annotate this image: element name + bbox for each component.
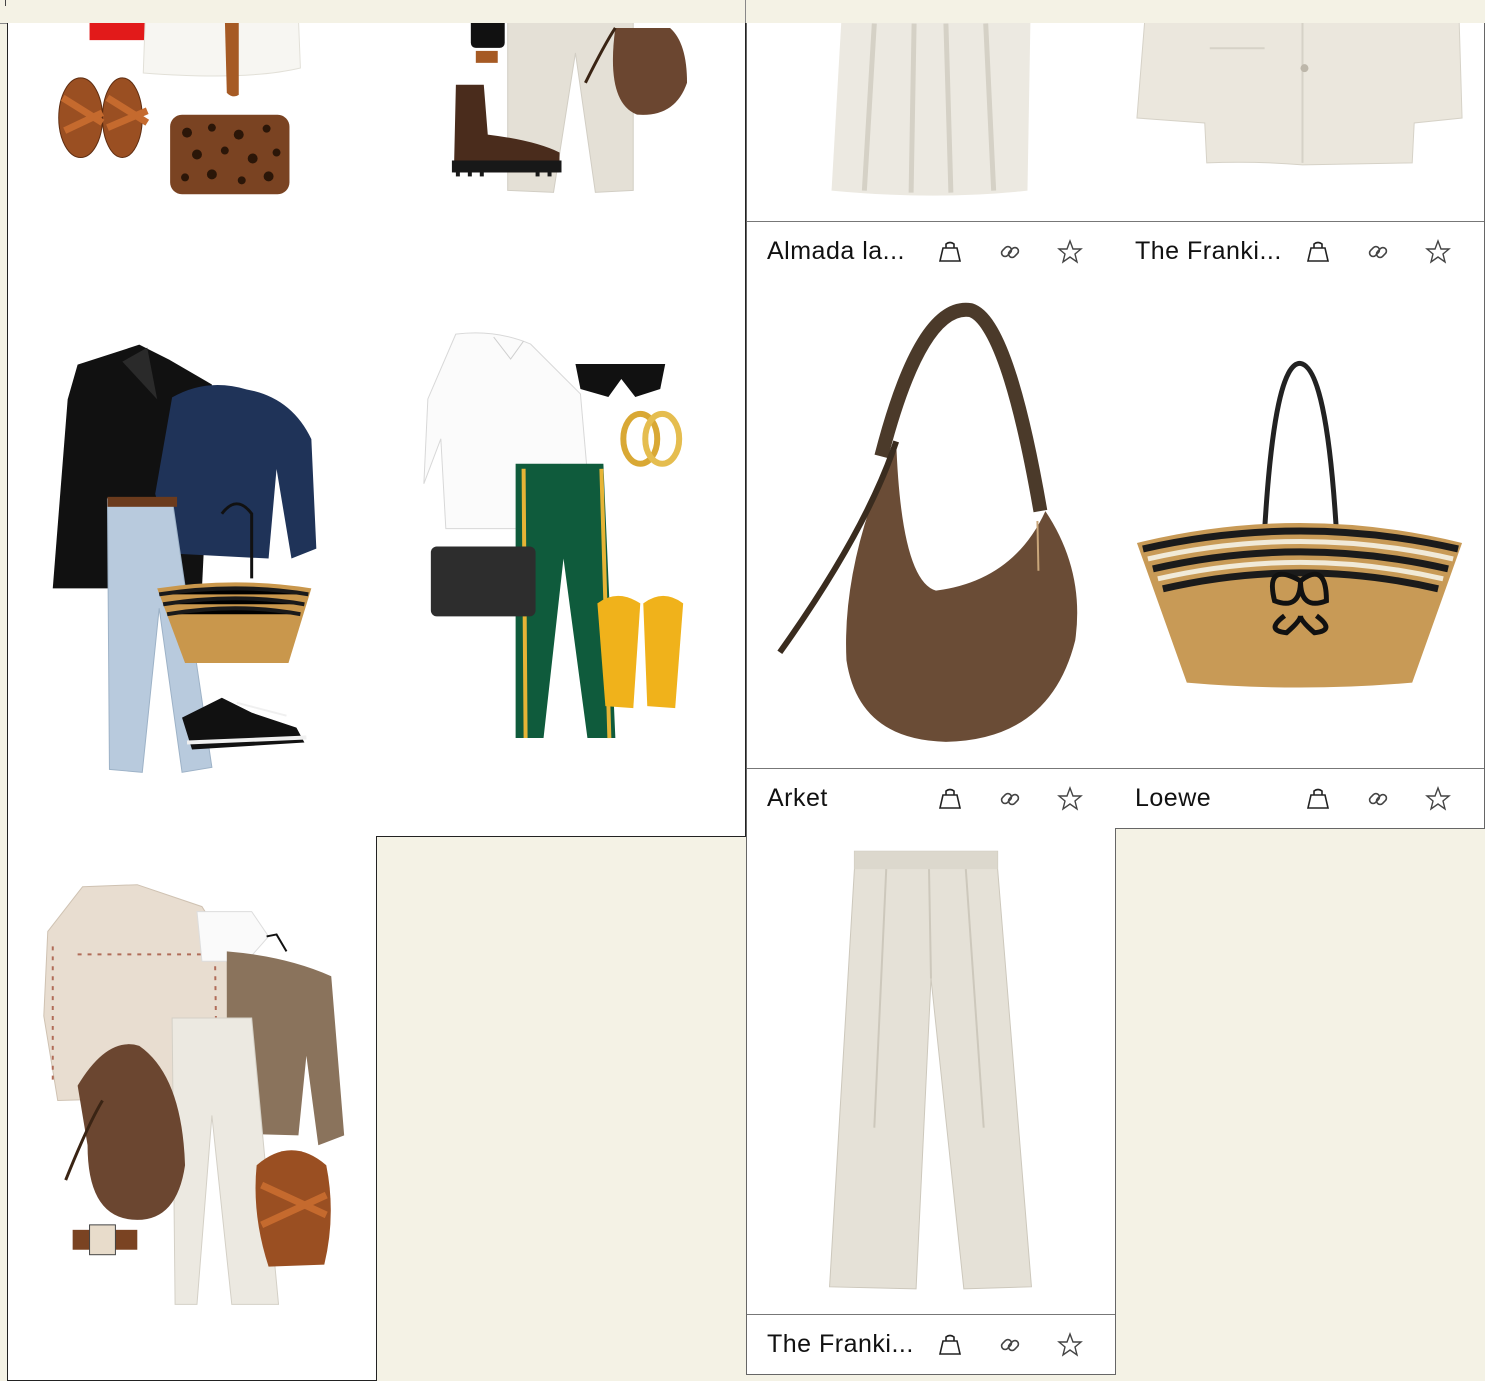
look-collage-4 bbox=[423, 332, 684, 739]
product-name[interactable]: Arket bbox=[767, 784, 828, 813]
product-image-4[interactable] bbox=[1115, 281, 1484, 768]
link-icon[interactable] bbox=[1365, 786, 1391, 812]
top-strip bbox=[0, 0, 1485, 24]
shopping-bag-icon[interactable] bbox=[937, 1332, 963, 1358]
star-icon[interactable] bbox=[1057, 786, 1083, 812]
product-image-1[interactable] bbox=[747, 23, 1115, 221]
star-icon[interactable] bbox=[1425, 786, 1451, 812]
look-collage-2 bbox=[451, 23, 688, 193]
product-image-2[interactable] bbox=[1115, 23, 1484, 221]
product-image-3[interactable] bbox=[747, 281, 1115, 768]
shopping-bag-icon[interactable] bbox=[937, 239, 963, 265]
look-card-3[interactable] bbox=[7, 289, 377, 837]
link-icon[interactable] bbox=[997, 1332, 1023, 1358]
star-icon[interactable] bbox=[1057, 239, 1083, 265]
column-divider bbox=[745, 0, 746, 23]
look-card-4[interactable] bbox=[376, 289, 746, 837]
look-collage-5 bbox=[43, 884, 345, 1305]
shopping-bag-icon[interactable] bbox=[1305, 786, 1331, 812]
product-card-4[interactable]: Loewe bbox=[1115, 281, 1485, 829]
look-collage-3 bbox=[52, 344, 317, 773]
product-name[interactable]: The Franki... bbox=[767, 1330, 914, 1359]
shopping-bag-icon[interactable] bbox=[937, 786, 963, 812]
product-name[interactable]: The Franki... bbox=[1135, 237, 1282, 266]
product-card-1[interactable]: Almada la... bbox=[746, 23, 1116, 282]
shopping-bag-icon[interactable] bbox=[1305, 239, 1331, 265]
cream-blazer-image bbox=[1136, 23, 1463, 166]
product-image-5[interactable] bbox=[747, 828, 1115, 1314]
star-icon[interactable] bbox=[1425, 239, 1451, 265]
product-name[interactable]: Loewe bbox=[1135, 784, 1211, 813]
link-icon[interactable] bbox=[997, 786, 1023, 812]
product-footer-4: Loewe bbox=[1115, 768, 1484, 828]
cream-wide-leg-trousers-image bbox=[829, 850, 1032, 1290]
link-icon[interactable] bbox=[997, 239, 1023, 265]
divider bbox=[5, 0, 6, 6]
striped-raffia-basket-bag-image bbox=[1136, 360, 1463, 688]
look-card-2[interactable] bbox=[376, 23, 746, 290]
product-footer-5: The Franki... bbox=[747, 1314, 1115, 1374]
link-icon[interactable] bbox=[1365, 239, 1391, 265]
look-card-1[interactable] bbox=[7, 23, 377, 290]
look-collage-1 bbox=[58, 23, 301, 195]
product-card-3[interactable]: Arket bbox=[746, 281, 1116, 829]
product-footer-2: The Franki... bbox=[1115, 221, 1484, 281]
product-footer-3: Arket bbox=[747, 768, 1115, 828]
brown-suede-hobo-bag-image bbox=[777, 302, 1078, 742]
product-name[interactable]: Almada la... bbox=[767, 237, 905, 266]
product-card-2[interactable]: The Franki... bbox=[1115, 23, 1485, 282]
product-card-5[interactable]: The Franki... bbox=[746, 828, 1116, 1375]
cream-satin-skirt-image bbox=[831, 23, 1031, 196]
star-icon[interactable] bbox=[1057, 1332, 1083, 1358]
product-footer-1: Almada la... bbox=[747, 221, 1115, 281]
look-card-5[interactable] bbox=[7, 836, 377, 1381]
